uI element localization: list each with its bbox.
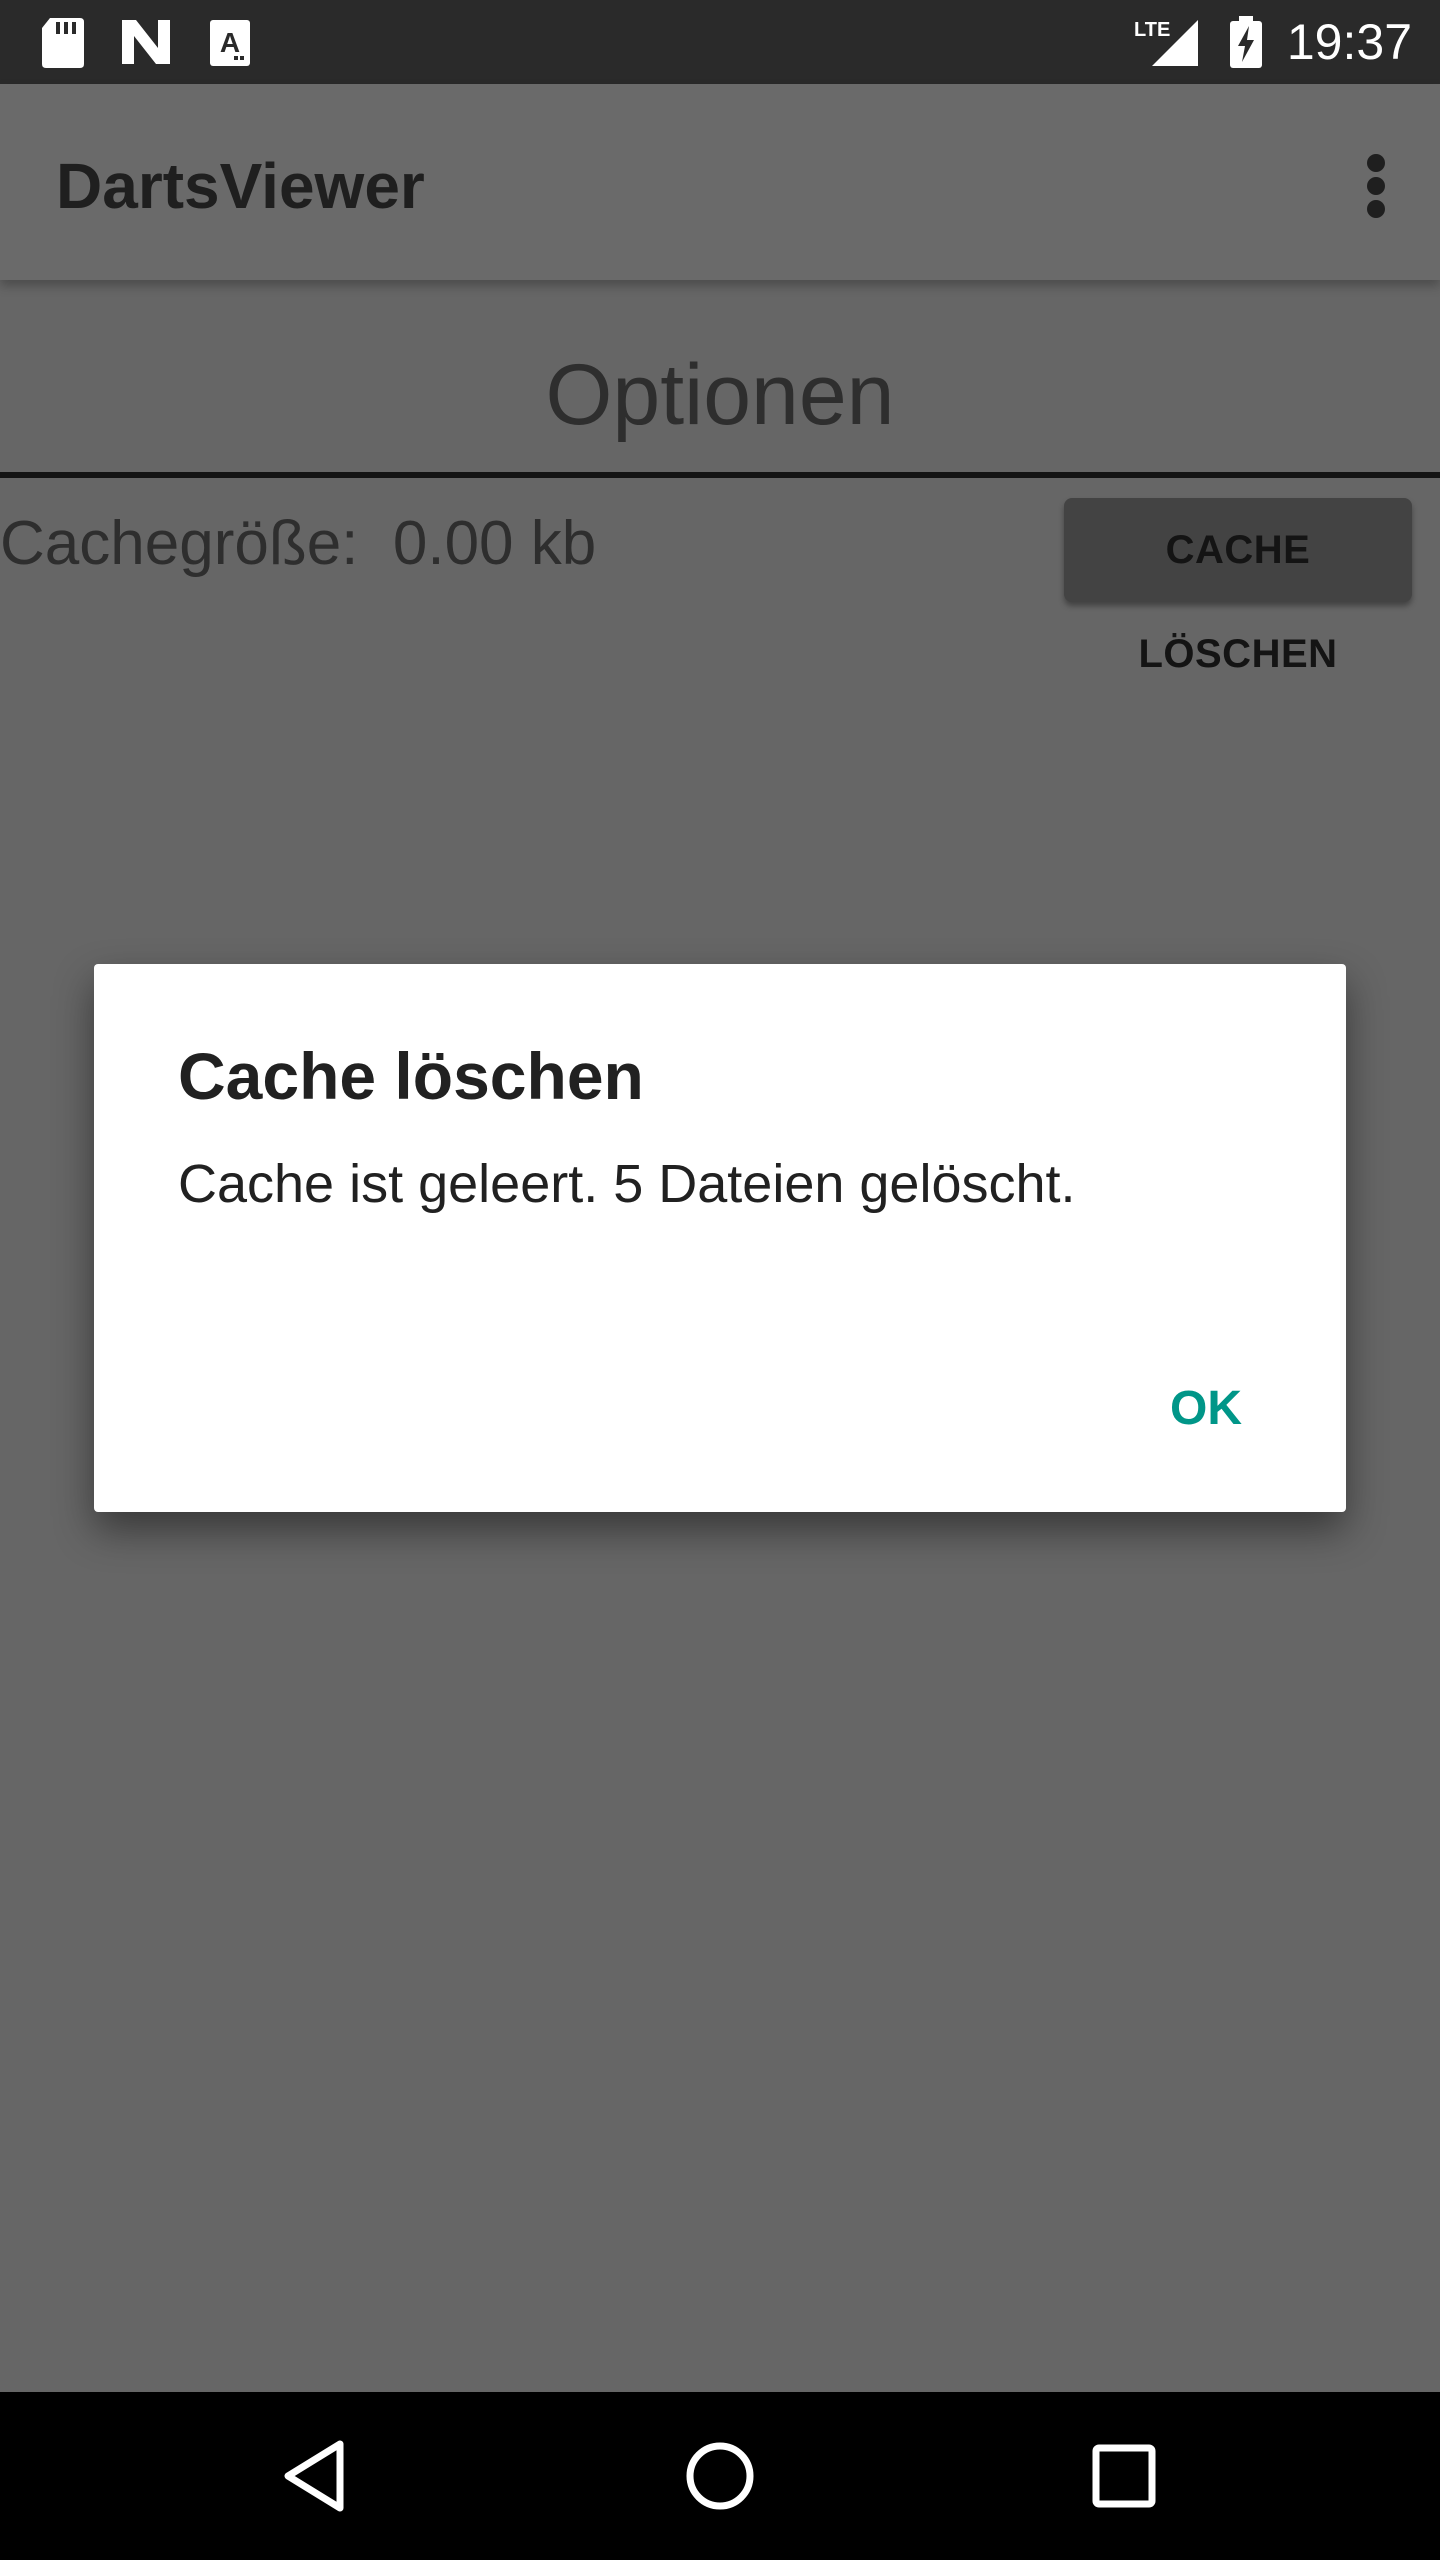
ok-button[interactable]: OK — [1170, 1374, 1242, 1444]
sd-card-icon — [42, 18, 84, 68]
home-icon[interactable] — [670, 2426, 770, 2526]
section-divider — [0, 472, 1440, 478]
dialog-title: Cache löschen — [178, 1039, 644, 1113]
n-notification-icon — [122, 20, 170, 64]
font-a-icon: A — [210, 20, 250, 66]
dialog-message: Cache ist geleert. 5 Dateien gelöscht. — [178, 1154, 1076, 1214]
lte-signal-icon: LTE — [1134, 19, 1198, 66]
more-vert-icon[interactable] — [1352, 142, 1400, 230]
status-time: 19:37 — [1286, 14, 1412, 70]
svg-text:A: A — [220, 27, 240, 58]
clear-cache-button[interactable]: CACHE LÖSCHEN — [1064, 498, 1412, 676]
svg-text:LTE: LTE — [1134, 19, 1170, 41]
recents-icon[interactable] — [1074, 2426, 1174, 2526]
status-bar: A LTE 19:37 — [0, 0, 1440, 84]
cache-cleared-dialog: Cache löschen Cache ist geleert. 5 Datei… — [94, 964, 1346, 1512]
section-title: Optionen — [545, 347, 895, 443]
navigation-bar — [0, 2392, 1440, 2560]
app-bar: DartsViewer — [0, 84, 1440, 280]
battery-charging-icon — [1230, 16, 1262, 68]
back-icon[interactable] — [266, 2426, 366, 2526]
cache-size-label: Cachegröße: 0.00 kb — [0, 509, 597, 578]
app-title: DartsViewer — [56, 150, 425, 222]
